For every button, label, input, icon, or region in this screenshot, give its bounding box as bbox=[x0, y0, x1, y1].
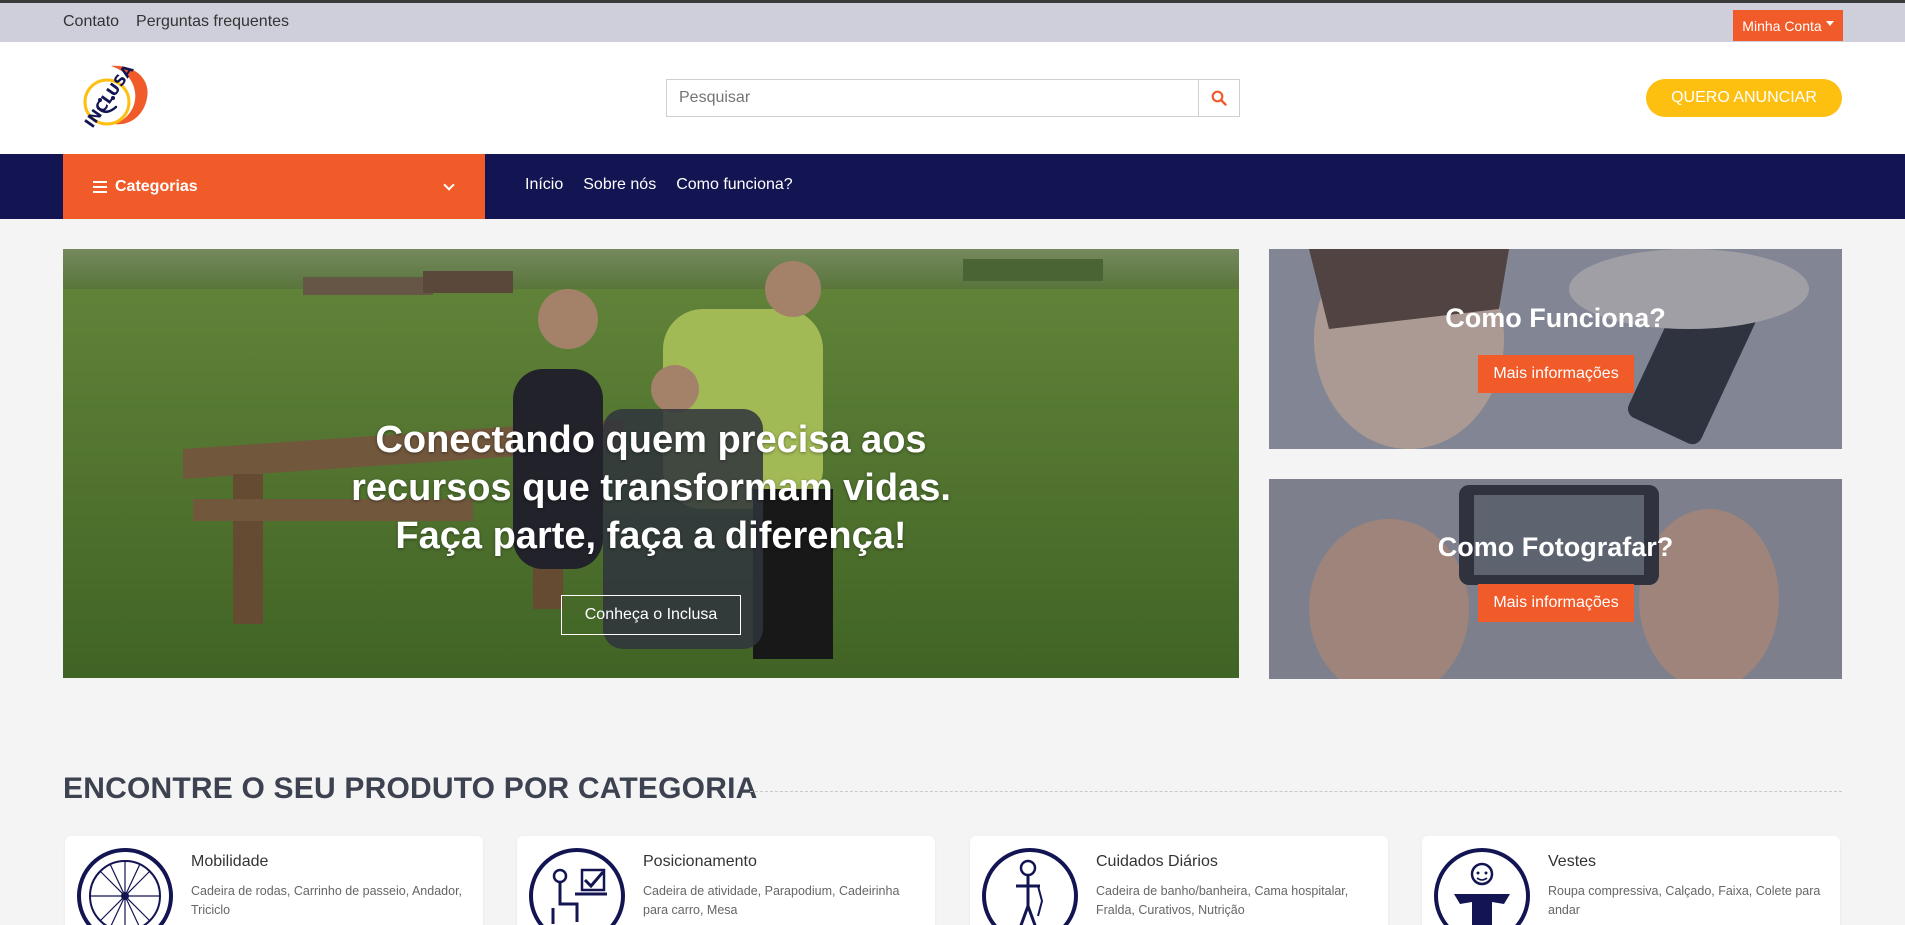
search-input[interactable] bbox=[667, 80, 1198, 116]
promo-title: Como Fotografar? bbox=[1437, 532, 1674, 562]
category-description: Cadeira de banho/banheira, Cama hospital… bbox=[1096, 884, 1349, 917]
announce-button[interactable]: QUERO ANUNCIAR bbox=[1646, 79, 1842, 117]
categories-label: Categorias bbox=[115, 177, 198, 195]
category-card-mobility[interactable]: Mobilidade Cadeira de rodas, Carrinho de… bbox=[65, 836, 483, 925]
hero-title-line: Conectando quem precisa aos bbox=[375, 419, 927, 461]
promo-photo-child-tablet bbox=[1269, 249, 1842, 449]
hero-title: Conectando quem precisa aos recursos que… bbox=[63, 416, 1239, 560]
category-card-daily-care[interactable]: Cuidados Diários Cadeira de banho/banhei… bbox=[970, 836, 1388, 925]
chevron-down-icon bbox=[443, 179, 455, 191]
nav-item-about[interactable]: Sobre nós bbox=[583, 176, 656, 194]
search-bar bbox=[666, 79, 1240, 117]
account-dropdown-button[interactable]: Minha Conta bbox=[1733, 10, 1843, 41]
promo-photo-phone-camera bbox=[1269, 479, 1842, 679]
clothing-person-icon bbox=[1434, 848, 1530, 925]
inclusa-logo[interactable]: INCLUSA bbox=[63, 60, 151, 138]
wheel-icon bbox=[77, 848, 173, 925]
nav-item-how-it-works[interactable]: Como funciona? bbox=[676, 176, 793, 194]
contact-link[interactable]: Contato bbox=[63, 13, 119, 31]
section-divider bbox=[750, 791, 1842, 792]
main-nav: Categorias Início Sobre nós Como funcion… bbox=[0, 154, 1905, 219]
category-description: Roupa compressiva, Calçado, Faixa, Colet… bbox=[1548, 884, 1821, 917]
standing-person-icon bbox=[982, 848, 1078, 925]
category-description: Cadeira de atividade, Parapodium, Cadeir… bbox=[643, 884, 900, 917]
faq-link[interactable]: Perguntas frequentes bbox=[136, 13, 289, 31]
promo-title: Como Funciona? bbox=[1445, 303, 1666, 333]
menu-icon bbox=[93, 180, 107, 193]
search-icon bbox=[1211, 90, 1227, 106]
promo-how-to-photograph[interactable]: Como Fotografar? Mais informações bbox=[1269, 479, 1842, 679]
hero-title-line: Faça parte, faça a diferença! bbox=[395, 515, 907, 557]
account-label: Minha Conta bbox=[1742, 17, 1822, 34]
top-bar: Contato Perguntas frequentes Minha Conta bbox=[0, 0, 1905, 42]
section-title: ENCONTRE O SEU PRODUTO POR CATEGORIA bbox=[63, 772, 758, 805]
categories-dropdown[interactable]: Categorias bbox=[63, 154, 485, 219]
nav-item-home[interactable]: Início bbox=[525, 176, 563, 194]
category-name: Vestes bbox=[1548, 853, 1597, 870]
header: INCLUSA QUERO ANUNCIAR bbox=[0, 42, 1905, 154]
caret-down-icon bbox=[1825, 21, 1834, 26]
category-name: Cuidados Diários bbox=[1096, 853, 1218, 870]
top-links: Contato Perguntas frequentes bbox=[63, 13, 289, 31]
category-name: Mobilidade bbox=[191, 853, 269, 870]
category-card-positioning[interactable]: Posicionamento Cadeira de atividade, Par… bbox=[517, 836, 935, 925]
nav-links: Início Sobre nós Como funciona? bbox=[525, 176, 793, 194]
hero-title-line: recursos que transformam vidas. bbox=[351, 467, 951, 509]
learn-more-button[interactable]: Conheça o Inclusa bbox=[561, 595, 741, 635]
promo-more-info-button[interactable]: Mais informações bbox=[1478, 584, 1634, 622]
category-name: Posicionamento bbox=[643, 853, 757, 870]
hero-banner: Conectando quem precisa aos recursos que… bbox=[63, 249, 1239, 678]
seated-person-icon bbox=[529, 848, 625, 925]
search-button[interactable] bbox=[1198, 80, 1239, 116]
promo-more-info-button[interactable]: Mais informações bbox=[1478, 355, 1634, 393]
category-description: Cadeira de rodas, Carrinho de passeio, A… bbox=[191, 884, 463, 917]
category-card-clothing[interactable]: Vestes Roupa compressiva, Calçado, Faixa… bbox=[1422, 836, 1840, 925]
promo-how-it-works[interactable]: Como Funciona? Mais informações bbox=[1269, 249, 1842, 449]
